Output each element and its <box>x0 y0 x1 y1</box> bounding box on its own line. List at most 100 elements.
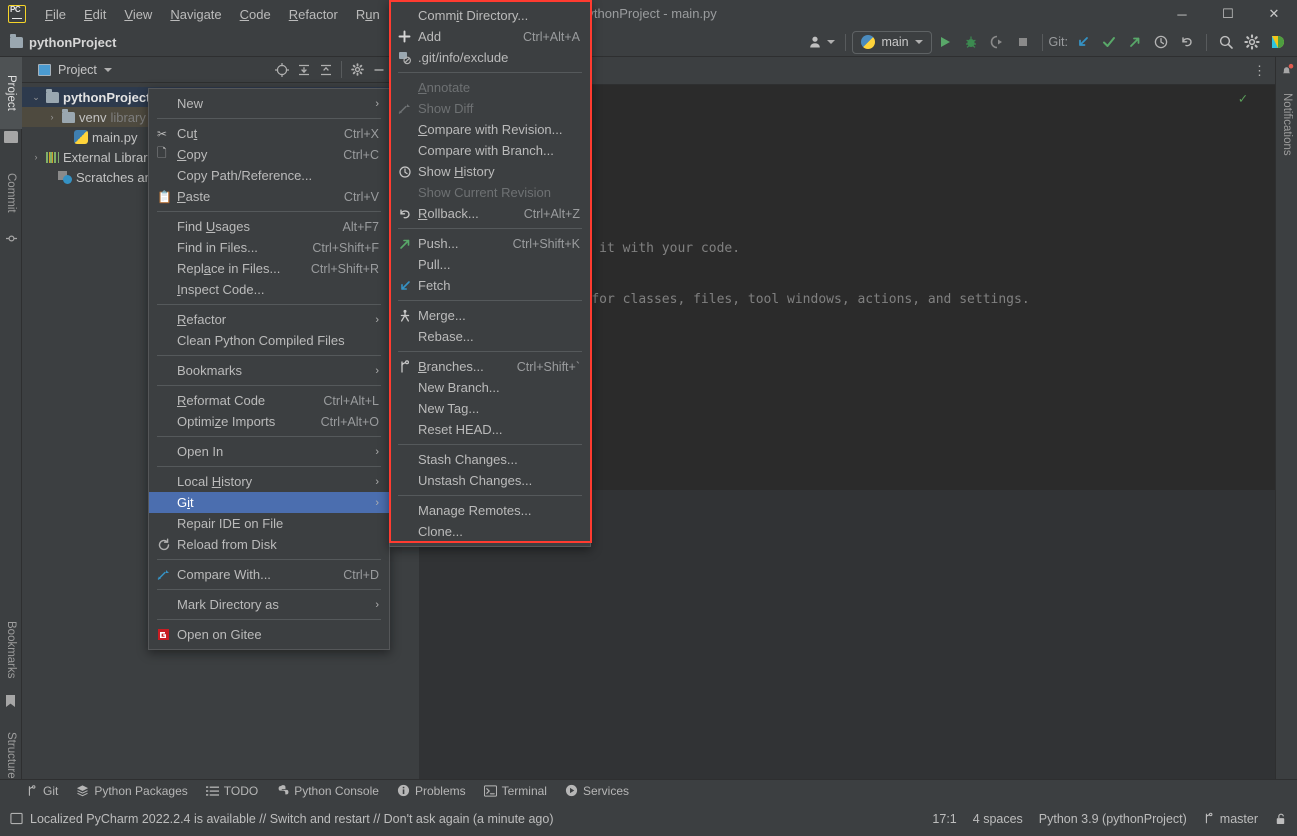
run-configuration-selector[interactable]: main <box>852 30 932 54</box>
git-menu-item-rebase[interactable]: Rebase... <box>390 326 590 347</box>
git-menu-item-commit-directory[interactable]: Commit Directory... <box>390 5 590 26</box>
menu-item-bookmarks[interactable]: Bookmarks › <box>149 360 389 381</box>
git-branch-widget[interactable]: master <box>1203 812 1258 826</box>
lock-open-icon[interactable] <box>1274 812 1287 826</box>
menu-bar[interactable]: File Edit View Navigate Code Refactor Ru… <box>36 4 437 25</box>
chevron-down-icon[interactable] <box>103 67 112 72</box>
sidebar-item-notifications[interactable]: Notifications <box>1276 81 1297 167</box>
menu-item-repair-ide-on-file[interactable]: Repair IDE on File <box>149 513 389 534</box>
menu-item-clean-python-compiled-files[interactable]: Clean Python Compiled Files <box>149 330 389 351</box>
caret-position[interactable]: 17:1 <box>932 812 956 826</box>
menu-item-copy[interactable]: 🗋 Copy Ctrl+C <box>149 144 389 165</box>
project-panel-title-group[interactable]: Project <box>38 63 112 77</box>
window-controls[interactable]: ─ ☐ ✕ <box>1159 0 1297 28</box>
datalore-icon[interactable] <box>1265 30 1291 54</box>
menu-view[interactable]: View <box>115 4 161 25</box>
menu-item-mark-directory-as[interactable]: Mark Directory as › <box>149 594 389 615</box>
chevron-right-icon[interactable]: › <box>46 112 58 122</box>
tool-window-problems[interactable]: Problems <box>397 784 466 798</box>
tool-window-python-console[interactable]: Python Console <box>276 784 379 798</box>
push-button[interactable] <box>1122 30 1148 54</box>
maximize-button[interactable]: ☐ <box>1205 0 1251 28</box>
menu-run[interactable]: Run <box>347 4 389 25</box>
interpreter-selector[interactable]: Python 3.9 (pythonProject) <box>1039 812 1187 826</box>
menu-item-reload-from-disk[interactable]: Reload from Disk <box>149 534 389 555</box>
tool-window-terminal[interactable]: Terminal <box>483 784 547 798</box>
git-menu-item-push[interactable]: Push... Ctrl+Shift+K <box>390 233 590 254</box>
collapse-all-icon[interactable] <box>316 60 336 80</box>
menu-item-compare-with[interactable]: Compare With... Ctrl+D <box>149 564 389 585</box>
menu-item-refactor[interactable]: Refactor › <box>149 309 389 330</box>
menu-item-optimize-imports[interactable]: Optimize Imports Ctrl+Alt+O <box>149 411 389 432</box>
menu-item-reformat-code[interactable]: Reformat Code Ctrl+Alt+L <box>149 390 389 411</box>
debug-button[interactable] <box>958 30 984 54</box>
indent-setting[interactable]: 4 spaces <box>973 812 1023 826</box>
menu-file[interactable]: File <box>36 4 75 25</box>
menu-item-git[interactable]: Git › <box>149 492 389 513</box>
menu-navigate[interactable]: Navigate <box>161 4 230 25</box>
user-icon[interactable] <box>805 30 839 54</box>
update-project-button[interactable] <box>1070 30 1096 54</box>
tool-window-python-packages[interactable]: Python Packages <box>76 784 188 798</box>
git-menu-item-add[interactable]: Add Ctrl+Alt+A <box>390 26 590 47</box>
git-menu-item-new-branch[interactable]: New Branch... <box>390 377 590 398</box>
menu-item-replace-in-files[interactable]: Replace in Files... Ctrl+Shift+R <box>149 258 389 279</box>
commit-button[interactable] <box>1096 30 1122 54</box>
gear-icon[interactable] <box>1239 30 1265 54</box>
git-menu-item-stash-changes[interactable]: Stash Changes... <box>390 449 590 470</box>
minimize-button[interactable]: ─ <box>1159 0 1205 28</box>
search-icon[interactable] <box>1213 30 1239 54</box>
expand-all-icon[interactable] <box>294 60 314 80</box>
git-menu-item-reset-head[interactable]: Reset HEAD... <box>390 419 590 440</box>
stop-button[interactable] <box>1010 30 1036 54</box>
file-context-menu[interactable]: New › ✂ Cut Ctrl+X 🗋 Copy Ctrl+C Copy Pa… <box>148 88 390 650</box>
horizontal-scrollbar[interactable] <box>419 770 1275 779</box>
notifications-bell-icon[interactable] <box>1280 63 1294 77</box>
run-button[interactable] <box>932 30 958 54</box>
inspection-ok-checkmark[interactable]: ✓ <box>1239 91 1247 107</box>
menu-item-cut[interactable]: ✂ Cut Ctrl+X <box>149 123 389 144</box>
rollback-button[interactable] <box>1174 30 1200 54</box>
git-menu-item-new-tag[interactable]: New Tag... <box>390 398 590 419</box>
chevron-right-icon[interactable]: › <box>30 152 42 162</box>
gear-icon[interactable] <box>347 60 367 80</box>
git-menu-item-show-history[interactable]: Show History <box>390 161 590 182</box>
git-menu-item-branches[interactable]: Branches... Ctrl+Shift+` <box>390 356 590 377</box>
hide-panel-icon[interactable] <box>369 60 389 80</box>
git-menu-item-rollback[interactable]: Rollback... Ctrl+Alt+Z <box>390 203 590 224</box>
git-menu-item-clone[interactable]: Clone... <box>390 521 590 542</box>
menu-item-copy-path[interactable]: Copy Path/Reference... <box>149 165 389 186</box>
run-with-coverage-button[interactable] <box>984 30 1010 54</box>
menu-edit[interactable]: Edit <box>75 4 115 25</box>
git-menu-item-fetch[interactable]: Fetch <box>390 275 590 296</box>
breadcrumb[interactable]: pythonProject <box>10 34 116 50</box>
git-menu-item-compare-with-revision[interactable]: Compare with Revision... <box>390 119 590 140</box>
git-menu-item-compare-with-branch[interactable]: Compare with Branch... <box>390 140 590 161</box>
git-menu-item-manage-remotes[interactable]: Manage Remotes... <box>390 500 590 521</box>
scroll-from-source-icon[interactable] <box>272 60 292 80</box>
tool-window-todo[interactable]: TODO <box>205 784 258 798</box>
menu-item-new[interactable]: New › <box>149 93 389 114</box>
menu-item-local-history[interactable]: Local History › <box>149 471 389 492</box>
git-menu-item-unstash-changes[interactable]: Unstash Changes... <box>390 470 590 491</box>
menu-item-inspect-code[interactable]: Inspect Code... <box>149 279 389 300</box>
menu-refactor[interactable]: Refactor <box>280 4 347 25</box>
sidebar-item-project[interactable]: Project <box>0 57 22 129</box>
tool-window-git[interactable]: Git <box>26 784 58 798</box>
git-menu-item-pull[interactable]: Pull... <box>390 254 590 275</box>
close-button[interactable]: ✕ <box>1251 0 1297 28</box>
git-menu-item-merge[interactable]: Merge... <box>390 305 590 326</box>
more-vertical-dots-icon[interactable]: ⋮ <box>1253 64 1267 77</box>
tool-window-services[interactable]: Services <box>565 784 629 798</box>
menu-item-open-in[interactable]: Open In › <box>149 441 389 462</box>
menu-item-find-usages[interactable]: Find Usages Alt+F7 <box>149 216 389 237</box>
sidebar-item-commit[interactable]: Commit <box>0 157 22 229</box>
menu-item-paste[interactable]: 📋 Paste Ctrl+V <box>149 186 389 207</box>
sidebar-item-bookmarks[interactable]: Bookmarks <box>0 607 22 693</box>
menu-code[interactable]: Code <box>231 4 280 25</box>
git-menu-item-git-info-exclude[interactable]: .git/info/exclude <box>390 47 590 68</box>
menu-item-find-in-files[interactable]: Find in Files... Ctrl+Shift+F <box>149 237 389 258</box>
menu-item-open-on-gitee[interactable]: Open on Gitee <box>149 624 389 645</box>
chevron-down-icon[interactable]: ⌄ <box>30 92 42 103</box>
git-submenu[interactable]: Commit Directory... Add Ctrl+Alt+A .git/… <box>389 0 591 547</box>
